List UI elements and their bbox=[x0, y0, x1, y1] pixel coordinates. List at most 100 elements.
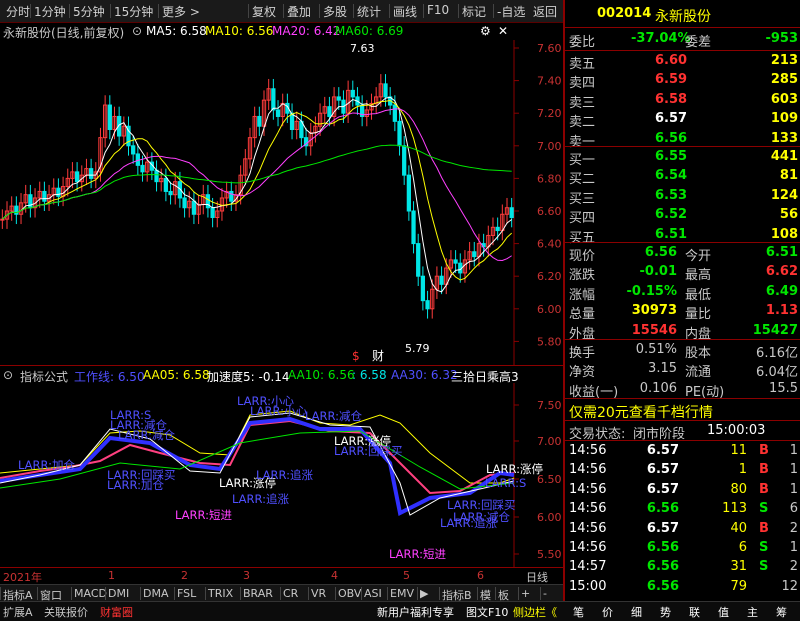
indicator-tab-2[interactable]: MACD bbox=[74, 587, 107, 600]
toolbar-item-7[interactable]: 多股 bbox=[323, 3, 347, 20]
chevron-down-icon[interactable]: ⊙ bbox=[3, 368, 13, 382]
close-icon[interactable]: ✕ bbox=[498, 24, 508, 38]
stat-row: 总量 30973 量比 1.13 bbox=[567, 302, 800, 322]
candle-body bbox=[336, 96, 341, 101]
indicator-tab-18[interactable]: - bbox=[543, 587, 547, 600]
tab-separator bbox=[280, 587, 281, 600]
event-marker-finance[interactable]: 财 bbox=[372, 349, 384, 363]
status-time: 15:00:03 bbox=[707, 423, 766, 438]
ext-a-tab[interactable]: 扩展A bbox=[3, 604, 33, 620]
candle-body bbox=[275, 109, 281, 117]
wealth-circle-tab[interactable]: 财富圈 bbox=[100, 604, 133, 620]
tick-row: 14:56 6.57 11 B 1 bbox=[567, 442, 800, 460]
ma60-value: MA60: 6.69 bbox=[335, 24, 404, 38]
indicator-tab-17[interactable]: + bbox=[521, 587, 530, 600]
candle-body bbox=[509, 207, 514, 219]
indicator-annotation: LARR:短进 bbox=[389, 547, 447, 561]
func-button-5[interactable]: 值 bbox=[718, 604, 729, 620]
toolbar-item-0[interactable]: 分时 bbox=[6, 3, 30, 20]
tab-separator bbox=[105, 587, 106, 600]
indicator-tab-9[interactable]: VR bbox=[311, 587, 326, 600]
y-tick-label: 7.00 bbox=[537, 140, 562, 153]
chevron-down-icon[interactable]: ⊙ bbox=[132, 24, 142, 38]
indicator-tab-5[interactable]: FSL bbox=[177, 587, 196, 600]
ad-link[interactable]: 仅需20元查看千档行情 bbox=[569, 402, 713, 422]
toolbar-item-9[interactable]: 画线 bbox=[393, 3, 417, 20]
sub-y-tick-label: 7.50 bbox=[537, 399, 562, 412]
stat-value: 6.62 bbox=[765, 264, 798, 280]
candle-body bbox=[140, 164, 145, 173]
indicator-tab-11[interactable]: ASI bbox=[364, 587, 382, 600]
tick-side: B bbox=[759, 462, 769, 478]
ask-volume: 109 bbox=[770, 111, 798, 127]
func-button-0[interactable]: 笔 bbox=[573, 604, 584, 620]
stat-value: 30973 bbox=[631, 303, 677, 319]
settings-icon[interactable]: ⚙ bbox=[480, 24, 491, 38]
tab-separator bbox=[37, 587, 38, 600]
indicator-annotation: LARR:回踩买 bbox=[107, 468, 176, 482]
toolbar-item-4[interactable]: 更多 > bbox=[162, 3, 200, 20]
indicator-tab-13[interactable]: ▶ bbox=[420, 587, 428, 600]
toolbar-item-1[interactable]: 1分钟 bbox=[34, 3, 66, 20]
fund-value: 3.15 bbox=[648, 361, 677, 377]
period-label[interactable]: 日线 bbox=[526, 569, 548, 585]
tick-volume: 11 bbox=[730, 443, 747, 458]
indicator-tab-12[interactable]: EMV bbox=[390, 587, 414, 600]
bid-label: 买三 bbox=[569, 191, 596, 207]
bid-price: 6.53 bbox=[655, 187, 688, 203]
tab-separator bbox=[71, 587, 72, 600]
func-button-3[interactable]: 势 bbox=[660, 604, 671, 620]
toolbar-item-10[interactable]: F10 bbox=[427, 3, 449, 17]
indicator-chart[interactable]: 7.50 7.00 6.50 6.00 5.50 LARR:小心 LARR:S LARR:减仓… bbox=[0, 383, 563, 568]
toolbar-item-6[interactable]: 叠加 bbox=[287, 3, 311, 20]
func-button-7[interactable]: 筹 bbox=[776, 604, 787, 620]
indicator-tab-3[interactable]: DMI bbox=[108, 587, 129, 600]
tick-count: 12 bbox=[781, 578, 798, 594]
ask-volume: 213 bbox=[770, 53, 798, 68]
toolbar-item-3[interactable]: 15分钟 bbox=[114, 3, 153, 20]
related-quote-tab[interactable]: 关联报价 bbox=[44, 604, 88, 620]
toolbar-item-8[interactable]: 统计 bbox=[357, 3, 381, 20]
fund-value: 6.04亿 bbox=[756, 365, 798, 381]
tick-side: B bbox=[759, 520, 769, 536]
event-marker-dollar[interactable]: $ bbox=[352, 349, 360, 363]
f10-link[interactable]: 图文F10 bbox=[466, 604, 508, 620]
stat-value: -0.01 bbox=[639, 264, 677, 280]
indicator-annotation: LARR:S bbox=[485, 476, 526, 490]
month-5: 5 bbox=[403, 569, 410, 582]
candle-body bbox=[0, 218, 5, 221]
func-button-2[interactable]: 细 bbox=[631, 604, 642, 620]
indicator-tab-10[interactable]: OBV bbox=[338, 587, 361, 600]
toolbar-item-5[interactable]: 复权 bbox=[252, 3, 276, 20]
toolbar-item-11[interactable]: 标记 bbox=[462, 3, 486, 20]
func-button-6[interactable]: 主 bbox=[747, 604, 758, 620]
candle-body bbox=[107, 104, 112, 131]
toolbar-item-13[interactable]: 返回 bbox=[533, 3, 557, 20]
indicator-tabs: 指标A 窗口 MACD DMI DMA FSL TRIX BRAR CR VR OBV ASI EMV ▶… bbox=[0, 584, 563, 602]
toolbar-item-12[interactable]: -自选 bbox=[497, 3, 525, 20]
ma20-line bbox=[2, 108, 512, 261]
indicator-tab-4[interactable]: DMA bbox=[143, 587, 169, 600]
tick-time: 14:56 bbox=[569, 520, 607, 536]
ask-price: 6.58 bbox=[655, 91, 688, 107]
indicator-annotation: LARR:减仓 bbox=[118, 428, 176, 442]
sidebar-toggle[interactable]: 侧边栏《 bbox=[513, 604, 557, 620]
stat-label: 现价 bbox=[569, 249, 596, 264]
ask-price: 6.60 bbox=[655, 53, 688, 68]
indicator-tab-6[interactable]: TRIX bbox=[208, 587, 233, 600]
promo-link[interactable]: 新用户福利专享 bbox=[377, 604, 454, 620]
tab-separator bbox=[140, 587, 141, 600]
tick-row: 15:00 6.56 79 12 bbox=[567, 578, 800, 596]
indicator-tab-7[interactable]: BRAR bbox=[243, 587, 273, 600]
candle-body bbox=[411, 210, 416, 245]
bid-row: 买五 6.51 108 bbox=[567, 226, 800, 246]
tick-volume: 40 bbox=[730, 520, 747, 536]
fund-row: 净资 3.15 流通 6.04亿 bbox=[567, 360, 800, 381]
func-button-4[interactable]: 联 bbox=[689, 604, 700, 620]
candle-body bbox=[154, 169, 159, 183]
toolbar-item-2[interactable]: 5分钟 bbox=[73, 3, 105, 20]
indicator-tab-8[interactable]: CR bbox=[283, 587, 298, 600]
func-button-1[interactable]: 价 bbox=[602, 604, 613, 620]
tick-row: 14:56 6.57 80 B 1 bbox=[567, 481, 800, 499]
main-kline-chart[interactable]: 7.60 7.40 7.20 7.00 6.80 6.60 6.40 6.20 6.00 5.80… bbox=[0, 40, 563, 365]
